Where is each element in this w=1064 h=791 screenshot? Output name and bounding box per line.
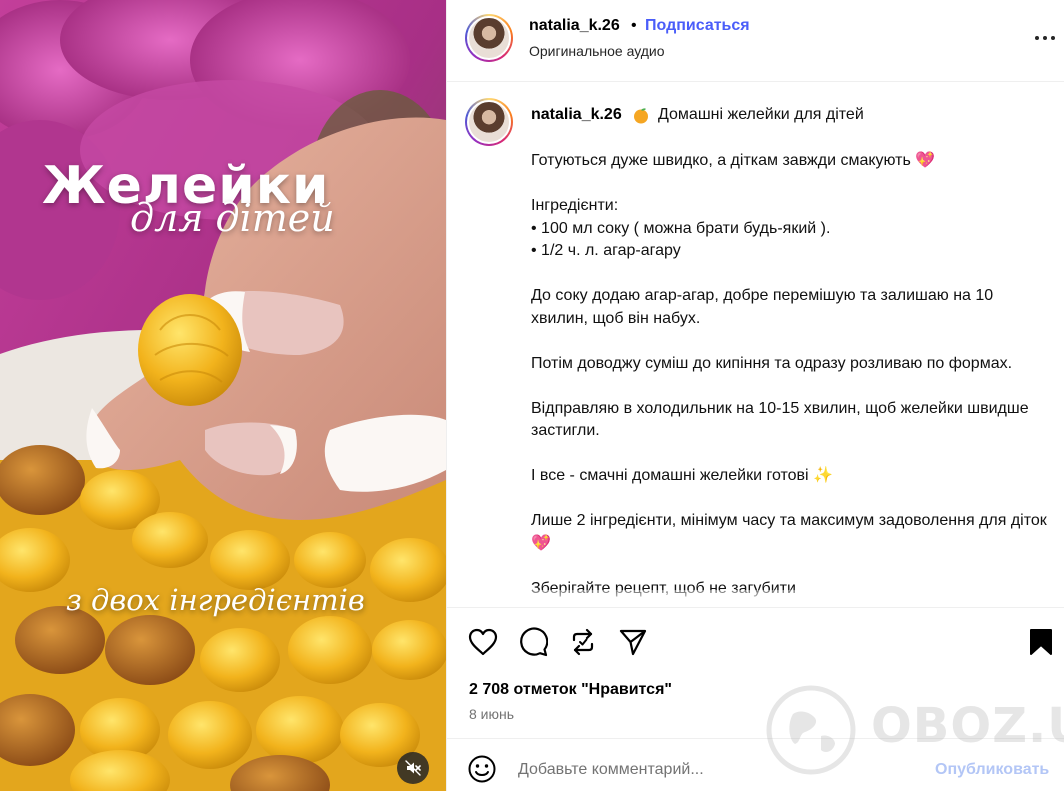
video-overlay-subtitle: для дітей <box>130 196 335 240</box>
caption-line: • 100 мл соку ( можна брати будь-який ). <box>531 219 831 237</box>
mute-button[interactable] <box>397 752 429 784</box>
orange-emoji-icon <box>634 108 648 124</box>
caption-scroll-fade <box>447 590 1064 607</box>
caption-body: Готуються дуже швидко, а діткам завжди с… <box>531 150 1051 607</box>
globe-logo-icon <box>766 685 856 775</box>
sound-off-icon <box>405 760 421 776</box>
caption-paragraph: До соку додаю агар-агар, добре перемішую… <box>531 287 994 327</box>
audio-link[interactable]: Оригинальное аудио <box>529 43 665 59</box>
caption-author-avatar[interactable] <box>465 98 513 146</box>
post-header: natalia_k.26 • Подписаться Оригинальное … <box>447 0 1064 82</box>
share-button[interactable] <box>617 626 649 658</box>
heart-icon <box>468 628 498 656</box>
caption-paragraph: Потім доводжу суміш до кипіння та одразу… <box>531 354 1013 372</box>
follow-button[interactable]: Подписаться <box>645 17 750 35</box>
caption-headline: Домашні желейки для дітей <box>658 106 864 123</box>
smiley-icon[interactable] <box>467 754 497 784</box>
repost-button[interactable] <box>567 626 599 658</box>
watermark-text: OBOZ.UA <box>871 698 1064 754</box>
author-avatar[interactable] <box>465 14 513 62</box>
header-separator: • <box>631 17 637 34</box>
caption-paragraph: І все - смачні домашні желейки готові ✨ <box>531 467 833 484</box>
comment-button[interactable] <box>517 626 549 658</box>
video-frame <box>0 0 446 791</box>
comment-icon <box>520 627 548 657</box>
caption-line: Інгредієнти: <box>531 197 619 214</box>
share-icon <box>619 629 647 656</box>
likes-count[interactable]: 2 708 отметок "Нравится" <box>469 681 672 699</box>
caption-paragraph: Готуються дуже швидко, а діткам завжди с… <box>531 152 936 169</box>
post-caption: natalia_k.26 Домашні желейки для дітей Г… <box>447 82 1064 607</box>
repost-icon <box>572 628 594 656</box>
caption-paragraph: Лише 2 інгредієнти, мінімум часу та макс… <box>531 512 1047 552</box>
reel-video[interactable]: Желейки для дітей з двох інгредієнтів <box>0 0 446 791</box>
author-username[interactable]: natalia_k.26 <box>529 17 620 35</box>
watermark: OBOZ.UA <box>765 684 1064 784</box>
caption-paragraph: Відправляю в холодильник на 10-15 хвилин… <box>531 399 1029 440</box>
comment-input[interactable]: Добавьте комментарий... <box>518 761 704 779</box>
more-horizontal-icon[interactable] <box>1033 32 1057 44</box>
save-button[interactable] <box>1025 626 1057 658</box>
caption-paragraph: • 1/2 ч. л. агар-агару <box>531 242 681 259</box>
post-date[interactable]: 8 июнь <box>469 706 514 722</box>
post-side-panel: natalia_k.26 • Подписаться Оригинальное … <box>446 0 1064 791</box>
like-button[interactable] <box>467 626 499 658</box>
video-overlay-caption: з двох інгредієнтів <box>66 583 365 617</box>
caption-username[interactable]: natalia_k.26 <box>531 106 622 124</box>
bookmark-icon <box>1030 629 1052 655</box>
